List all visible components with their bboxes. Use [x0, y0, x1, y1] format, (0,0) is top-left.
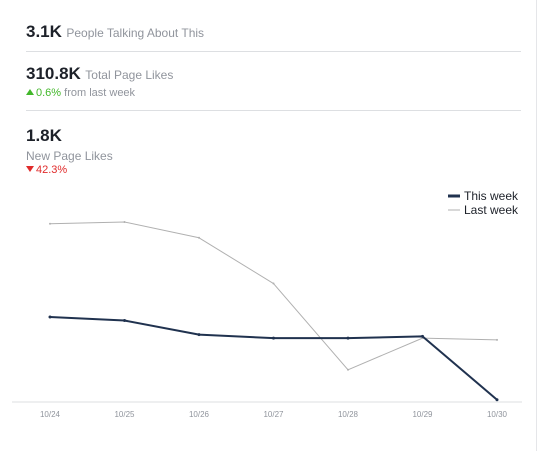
last-week-point — [347, 368, 349, 371]
new-page-likes-value: 1.8K — [26, 126, 62, 145]
this-week-point — [123, 319, 126, 323]
legend-last-week-label: Last week — [464, 203, 519, 217]
down-arrow-icon — [26, 166, 34, 172]
legend-this-week-label: This week — [464, 189, 519, 203]
x-tick-label: 10/24 — [40, 410, 61, 419]
chart-lines — [48, 220, 499, 402]
total-page-likes-change-value: 0.6% — [36, 87, 62, 99]
chart-legend: This weekLast week — [448, 189, 519, 217]
divider — [26, 110, 521, 111]
this-week-point — [48, 315, 52, 319]
last-week-point — [198, 236, 200, 239]
people-talking-value: 3.1K — [26, 22, 62, 41]
new-page-likes-stat: 1.8K New Page Likes 42.3% — [26, 126, 113, 176]
this-week-point — [346, 336, 350, 340]
x-tick-label: 10/27 — [263, 410, 284, 419]
people-talking-stat: 3.1K People Talking About This — [26, 22, 204, 42]
new-page-likes-chart: This weekLast week 10/24 10/25 10/26 10/27 1… — [12, 189, 522, 419]
last-week-line — [49, 221, 498, 371]
last-week-point — [496, 338, 498, 341]
new-page-likes-label: New Page Likes — [26, 149, 113, 163]
x-axis-ticks: 10/24 10/25 10/26 10/27 10/28 10/29 10/30 — [40, 410, 508, 419]
this-week-line — [49, 316, 498, 401]
this-week-point — [421, 334, 424, 338]
new-page-likes-change: 42.3% — [26, 164, 113, 176]
up-arrow-icon — [26, 89, 34, 95]
total-page-likes-value: 310.8K — [26, 64, 81, 83]
total-page-likes-change: 0.6% from last week — [26, 87, 173, 99]
last-week-point — [272, 282, 275, 285]
x-tick-label: 10/28 — [338, 410, 359, 419]
people-talking-label: People Talking About This — [66, 26, 205, 40]
this-week-point — [495, 398, 499, 402]
this-week-point — [272, 336, 275, 340]
total-page-likes-stat: 310.8K Total Page Likes 0.6% from last w… — [26, 64, 173, 99]
last-week-point — [123, 220, 126, 223]
divider — [26, 51, 521, 52]
new-page-likes-change-value: 42.3% — [36, 164, 68, 176]
last-week-point — [49, 222, 51, 225]
this-week-point — [197, 333, 201, 337]
x-tick-label: 10/26 — [189, 410, 210, 419]
x-tick-label: 10/25 — [114, 410, 135, 419]
x-tick-label: 10/30 — [487, 410, 508, 419]
x-tick-label: 10/29 — [412, 410, 433, 419]
total-page-likes-change-text: from last week — [64, 87, 136, 99]
total-page-likes-label: Total Page Likes — [85, 68, 174, 82]
